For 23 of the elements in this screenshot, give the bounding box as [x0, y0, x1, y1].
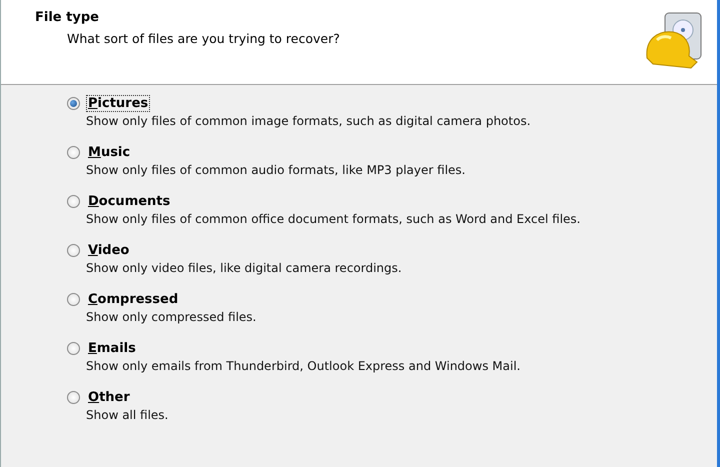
- radio-button[interactable]: [67, 195, 80, 208]
- option-label[interactable]: Compressed: [86, 291, 180, 308]
- option-description: Show only files of common office document formats, such as Word and Excel files.: [86, 212, 582, 226]
- option-description: Show only files of common image formats, such as digital camera photos.: [86, 114, 532, 128]
- option-description: Show all files.: [86, 408, 170, 422]
- radio-button[interactable]: [67, 391, 80, 404]
- header-title: File type: [35, 10, 100, 25]
- header-subtitle: What sort of files are you trying to recover?: [67, 31, 340, 46]
- option-label[interactable]: Pictures: [86, 95, 150, 112]
- radio-button[interactable]: [67, 342, 80, 355]
- option-label[interactable]: Other: [86, 389, 132, 406]
- radio-button[interactable]: [67, 244, 80, 257]
- option-label[interactable]: Music: [86, 144, 132, 161]
- option-label[interactable]: Video: [86, 242, 132, 259]
- option-description: Show only emails from Thunderbird, Outlook Express and Windows Mail.: [86, 359, 522, 373]
- option-description: Show only video files, like digital camera recordings.: [86, 261, 403, 275]
- option-description: Show only compressed files.: [86, 310, 258, 324]
- option-description: Show only files of common audio formats, like MP3 player files.: [86, 163, 466, 177]
- radio-button[interactable]: [67, 146, 80, 159]
- option-label[interactable]: Emails: [86, 340, 138, 357]
- radio-button[interactable]: [67, 293, 80, 306]
- radio-button[interactable]: [67, 97, 80, 110]
- option-label[interactable]: Documents: [86, 193, 172, 210]
